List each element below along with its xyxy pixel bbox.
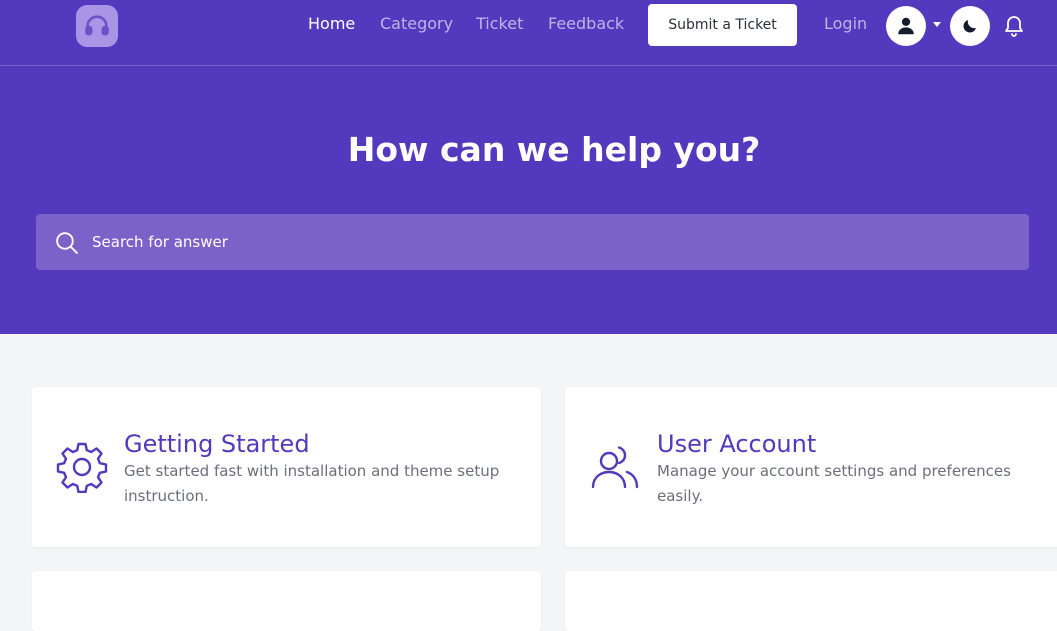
top-navbar: Home Category Ticket Feedback Submit a T… [0, 0, 1057, 66]
search-icon [56, 232, 78, 254]
category-card[interactable] [32, 571, 541, 631]
login-link[interactable]: Login [824, 14, 867, 34]
nav-link-feedback[interactable]: Feedback [548, 14, 624, 34]
card-description: Get started fast with installation and t… [124, 462, 500, 505]
nav-link-home[interactable]: Home [308, 14, 355, 34]
chevron-down-icon[interactable] [933, 22, 941, 27]
theme-toggle-button[interactable] [950, 6, 990, 46]
category-card[interactable] [565, 571, 1057, 631]
submit-ticket-button[interactable]: Submit a Ticket [648, 4, 797, 46]
users-icon [591, 446, 639, 489]
bell-icon [1005, 16, 1023, 37]
logo[interactable] [76, 5, 118, 47]
search-bar[interactable] [36, 214, 1029, 270]
card-title: Getting Started [124, 430, 310, 458]
nav-link-category[interactable]: Category [380, 14, 453, 34]
search-input[interactable] [92, 214, 992, 270]
nav-link-ticket[interactable]: Ticket [476, 14, 523, 34]
user-menu-button[interactable] [886, 6, 926, 46]
user-icon [898, 17, 914, 35]
notifications-button[interactable] [1002, 12, 1026, 38]
moon-icon [963, 20, 976, 33]
headset-icon [85, 15, 109, 36]
card-description: Manage your account settings and prefere… [657, 462, 1011, 505]
page-title: How can we help you? [347, 130, 761, 169]
hero-section: Home Category Ticket Feedback Submit a T… [0, 0, 1057, 334]
category-card-user-account[interactable]: User Account Manage your account setting… [565, 387, 1057, 547]
gear-icon [56, 442, 108, 493]
category-card-getting-started[interactable]: Getting Started Get started fast with in… [32, 387, 541, 547]
card-title: User Account [657, 430, 817, 458]
